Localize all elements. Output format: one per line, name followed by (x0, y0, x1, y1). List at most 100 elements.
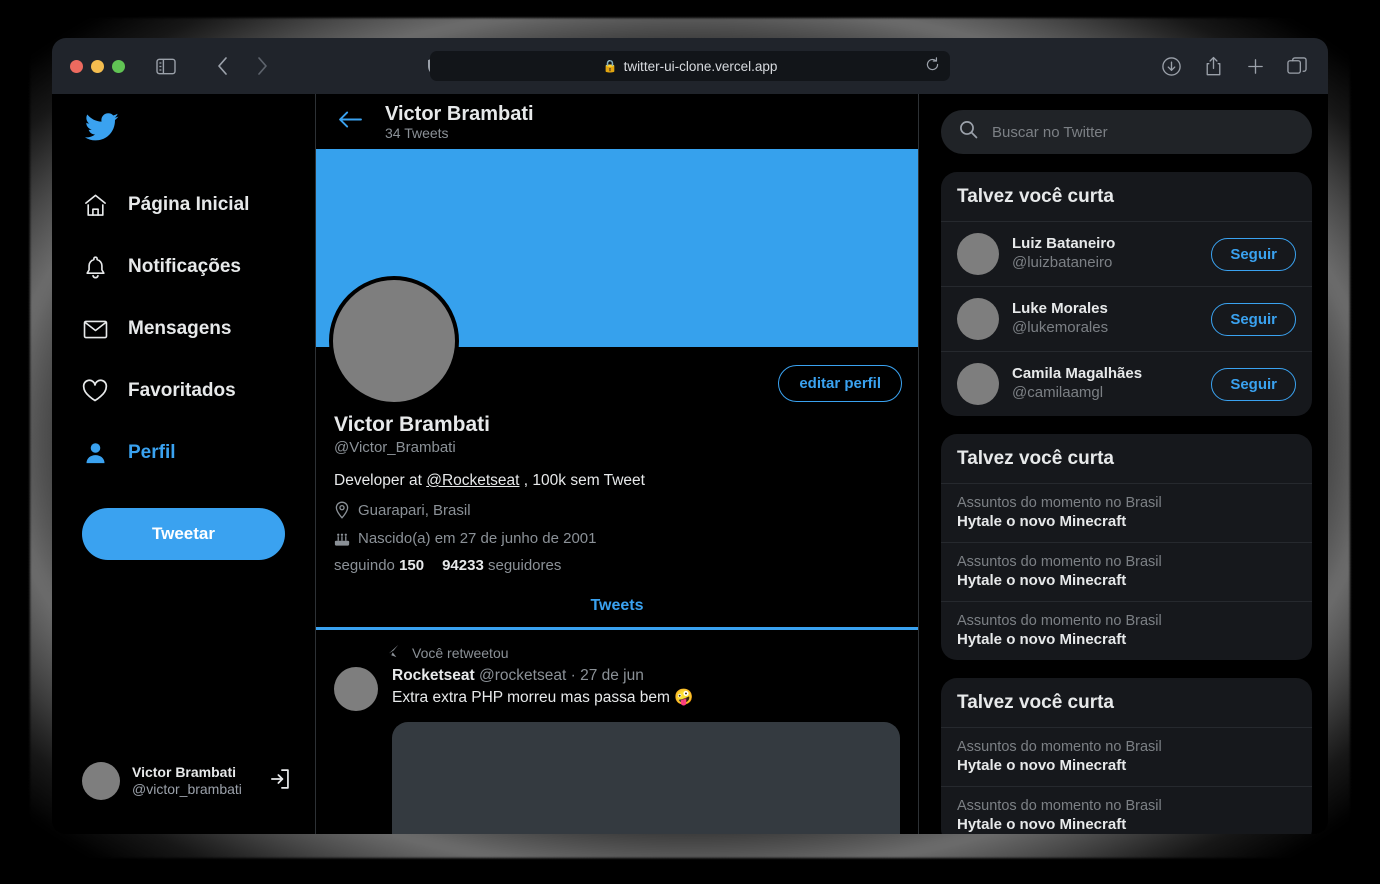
trend-name: Hytale o novo Minecraft (957, 757, 1127, 774)
list-item[interactable]: Assuntos do momento no Brasil Hytale o n… (941, 601, 1312, 660)
left-sidebar: Página Inicial Notificações Mensagens Fa… (52, 94, 315, 834)
url-text: twitter-ui-clone.vercel.app (623, 58, 778, 74)
avatar (957, 233, 999, 275)
following-label: seguindo (334, 557, 395, 574)
account-names: Victor Brambati @victor_brambati (132, 764, 242, 799)
sidebar-item-favorites[interactable]: Favoritados (52, 366, 315, 416)
list-item[interactable]: Assuntos do momento no Brasil Hytale o n… (941, 483, 1312, 542)
feed-header-titles: Victor Brambati 34 Tweets (385, 103, 534, 141)
sidebar-item-messages[interactable]: Mensagens (52, 304, 315, 354)
trend-category: Assuntos do momento no Brasil (957, 798, 1162, 814)
toolbar-right-actions (1158, 53, 1310, 79)
browser-back-icon[interactable] (209, 53, 235, 79)
profile-name: Victor Brambati (334, 413, 490, 436)
list-item[interactable]: Assuntos do momento no Brasil Hytale o n… (941, 786, 1312, 834)
follow-counts: seguindo 150 94233 seguidores (334, 557, 896, 574)
tweet-main: Rocketseat @rocketseat · 27 de jun Extra… (392, 667, 900, 834)
tweet-text: Extra extra PHP morreu mas passa bem 🤪 (392, 689, 694, 706)
account-switcher[interactable]: Victor Brambati @victor_brambati (52, 762, 315, 834)
feed-column: Victor Brambati 34 Tweets editar perfil … (315, 94, 919, 834)
tweet-item[interactable]: Você retweetou Rocketseat @rocketseat · … (316, 630, 918, 834)
search-icon (959, 120, 978, 144)
tweet-separator: · (570, 667, 576, 684)
home-icon (82, 192, 108, 218)
profile-birthday-text: Nascido(a) em 27 de junho de 2001 (358, 530, 597, 547)
twitter-bird-logo[interactable] (52, 108, 315, 180)
tab-tweets[interactable]: Tweets (316, 584, 918, 630)
profile-bio: Developer at @Rocketseat , 100k sem Twee… (334, 472, 896, 490)
bio-mention-link[interactable]: @Rocketseat (426, 472, 519, 489)
tweet-date: 27 de jun (580, 667, 644, 684)
bio-prefix: Developer at (334, 472, 427, 489)
list-item[interactable]: Luke Morales @lukemorales Seguir (941, 286, 1312, 351)
sidebar-item-profile[interactable]: Perfil (52, 428, 315, 478)
right-sidebar: Talvez você curta Luiz Bataneiro @luizba… (919, 94, 1328, 834)
heart-icon (82, 378, 108, 404)
list-item[interactable]: Camila Magalhães @camilaamgl Seguir (941, 351, 1312, 416)
tab-overview-icon[interactable] (1284, 53, 1310, 79)
tweet-handle: @rocketseat (479, 667, 567, 684)
search-input[interactable] (992, 123, 1294, 141)
trends-card: Talvez você curta Assuntos do momento no… (941, 434, 1312, 660)
retweet-label-row: Você retweetou (334, 644, 900, 661)
app-root: Página Inicial Notificações Mensagens Fa… (52, 94, 1328, 834)
sidebar-item-label: Página Inicial (128, 194, 250, 215)
logout-icon[interactable] (269, 768, 291, 795)
follow-button[interactable]: Seguir (1211, 367, 1296, 401)
tweet-author[interactable]: Rocketseat (392, 667, 475, 684)
follow-button[interactable]: Seguir (1211, 302, 1296, 336)
sidebar-item-notifications[interactable]: Notificações (52, 242, 315, 292)
minimize-window-button[interactable] (91, 59, 104, 73)
envelope-icon (82, 316, 108, 342)
card-title: Talvez você curta (957, 186, 1115, 207)
who-to-follow-card: Talvez você curta Luiz Bataneiro @luizba… (941, 172, 1312, 416)
person-name: Luiz Bataneiro (1012, 235, 1116, 253)
person-names: Camila Magalhães @camilaamgl (1012, 365, 1198, 403)
follow-button[interactable]: Seguir (1211, 237, 1296, 271)
followers-count[interactable]: 94233 (442, 557, 484, 574)
sidebar-toggle-icon[interactable] (153, 53, 179, 79)
list-item[interactable]: Luiz Bataneiro @luizbataneiro Seguir (941, 221, 1312, 286)
profile-avatar[interactable] (329, 276, 459, 406)
address-bar[interactable]: 🔒 twitter-ui-clone.vercel.app (430, 51, 950, 81)
trend-name: Hytale o novo Minecraft (957, 816, 1127, 833)
tweet-count: 34 Tweets (385, 124, 449, 141)
sidebar-item-label: Favoritados (128, 380, 236, 401)
profile-top: editar perfil (316, 276, 918, 413)
trend-name: Hytale o novo Minecraft (957, 631, 1127, 648)
tweet-media[interactable] (392, 722, 900, 834)
person-name: Luke Morales (1012, 300, 1108, 318)
back-arrow-icon[interactable] (338, 110, 363, 134)
browser-forward-icon[interactable] (249, 53, 275, 79)
profile-handle: @Victor_Brambati (334, 439, 456, 456)
new-tab-plus-icon[interactable] (1242, 53, 1268, 79)
person-handle: @lukemorales (1012, 319, 1109, 336)
card-title: Talvez você curta (957, 448, 1115, 469)
list-item[interactable]: Assuntos do momento no Brasil Hytale o n… (941, 727, 1312, 786)
share-icon[interactable] (1200, 53, 1226, 79)
browser-window: 🔒 twitter-ui-clone.vercel.app Página Ini… (52, 38, 1328, 834)
reload-icon[interactable] (925, 57, 940, 75)
following-count[interactable]: 150 (399, 557, 424, 574)
bio-suffix: , 100k sem Tweet (519, 472, 645, 489)
sidebar-item-label: Mensagens (128, 318, 232, 339)
trends-card: Talvez você curta Assuntos do momento no… (941, 678, 1312, 834)
followers-label: seguidores (487, 557, 562, 574)
search-bar[interactable] (941, 110, 1312, 154)
avatar[interactable] (334, 667, 378, 711)
avatar (957, 298, 999, 340)
list-item[interactable]: Assuntos do momento no Brasil Hytale o n… (941, 542, 1312, 601)
trend-category: Assuntos do momento no Brasil (957, 495, 1162, 511)
edit-profile-button[interactable]: editar perfil (778, 365, 902, 402)
close-window-button[interactable] (70, 59, 83, 73)
trend-category: Assuntos do momento no Brasil (957, 739, 1162, 755)
feed-header: Victor Brambati 34 Tweets (316, 94, 918, 149)
maximize-window-button[interactable] (112, 59, 125, 73)
person-handle: @luizbataneiro (1012, 254, 1113, 271)
traffic-lights (70, 59, 125, 73)
tweet-button[interactable]: Tweetar (82, 508, 285, 560)
location-pin-icon (334, 501, 350, 519)
sidebar-item-home[interactable]: Página Inicial (52, 180, 315, 230)
avatar (82, 762, 120, 800)
download-icon[interactable] (1158, 53, 1184, 79)
